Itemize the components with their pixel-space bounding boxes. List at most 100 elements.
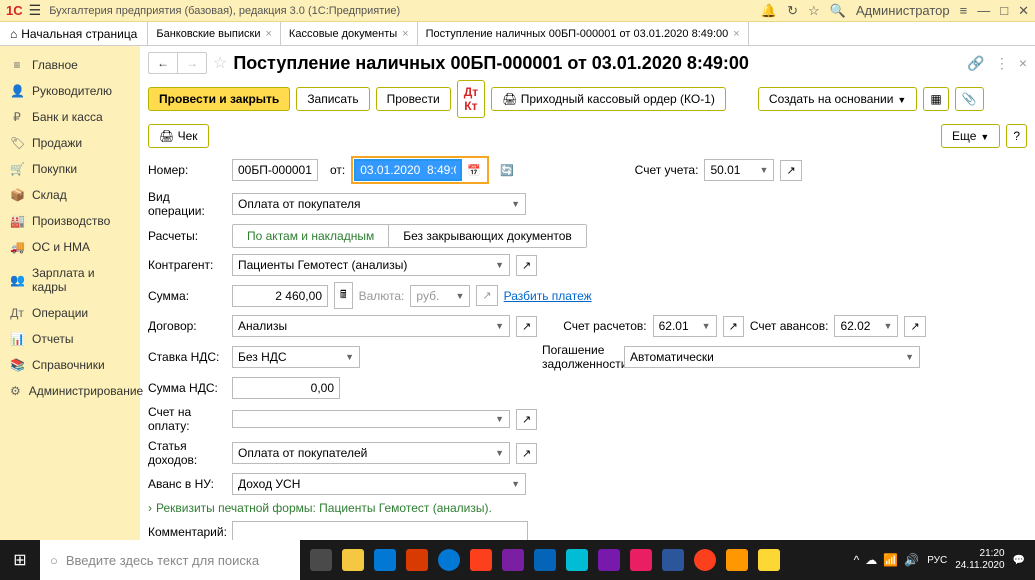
- contract-select[interactable]: Анализы▼: [232, 315, 510, 337]
- tab-bank[interactable]: Банковские выписки ×: [148, 22, 281, 45]
- sidebar-item-salary[interactable]: 👥Зарплата и кадры: [0, 260, 140, 300]
- post-button[interactable]: Провести: [376, 87, 451, 111]
- cloud-icon[interactable]: ☁: [865, 553, 877, 567]
- history-icon[interactable]: ↻: [787, 3, 798, 19]
- favorite-star-icon[interactable]: ☆: [213, 53, 227, 73]
- calc-icon[interactable]: 🖩: [334, 282, 353, 309]
- open-currency-icon[interactable]: ↗: [476, 285, 497, 306]
- start-button[interactable]: ⊞: [0, 540, 40, 580]
- debt-select[interactable]: Автоматически▼: [624, 346, 920, 368]
- onenote-icon[interactable]: [594, 540, 624, 580]
- clock[interactable]: 21:20 24.11.2020: [955, 548, 1004, 572]
- sidebar-item-main[interactable]: ≡Главное: [0, 52, 140, 78]
- app-icon-1[interactable]: [498, 540, 528, 580]
- app-icon-2[interactable]: [562, 540, 592, 580]
- refresh-date-icon[interactable]: 🔄: [495, 161, 519, 180]
- op-type-select[interactable]: Оплата от покупателя▼: [232, 193, 526, 215]
- close-icon[interactable]: ×: [265, 28, 271, 40]
- 1c-icon[interactable]: [754, 540, 784, 580]
- sidebar-item-admin[interactable]: ⚙Администрирование: [0, 378, 140, 404]
- open-acc-calc-icon[interactable]: ↗: [723, 316, 744, 337]
- lang-indicator[interactable]: РУС: [927, 555, 947, 566]
- sum-input[interactable]: [232, 285, 328, 307]
- forward-button[interactable]: →: [177, 53, 206, 73]
- tab-cash-docs[interactable]: Кассовые документы ×: [281, 22, 418, 45]
- create-based-button[interactable]: Создать на основании▼: [758, 87, 917, 111]
- yandex-icon[interactable]: [466, 540, 496, 580]
- sidebar-item-reports[interactable]: 📊Отчеты: [0, 326, 140, 352]
- acc-calc-select[interactable]: 62.01▼: [653, 315, 717, 337]
- more-button[interactable]: Еще▼: [941, 124, 1000, 148]
- chevron-up-icon[interactable]: ^: [854, 553, 860, 567]
- store-icon[interactable]: [402, 540, 432, 580]
- settings-icon[interactable]: ≡: [960, 3, 968, 18]
- open-income-icon[interactable]: ↗: [516, 443, 537, 464]
- sidebar-item-sales[interactable]: 🏷Продажи: [0, 130, 140, 156]
- open-account-icon[interactable]: ↗: [780, 160, 801, 181]
- close-icon[interactable]: ×: [402, 28, 408, 40]
- sidebar-item-purchases[interactable]: 🛒Покупки: [0, 156, 140, 182]
- acc-adv-select[interactable]: 62.02▼: [834, 315, 898, 337]
- check-button[interactable]: 🖨 Чек: [148, 124, 209, 148]
- open-contract-icon[interactable]: ↗: [516, 316, 537, 337]
- calc-noclose-button[interactable]: Без закрывающих документов: [389, 225, 586, 247]
- ybrowser-icon[interactable]: [690, 540, 720, 580]
- vat-sum-input[interactable]: [232, 377, 340, 399]
- open-acc-adv-icon[interactable]: ↗: [904, 316, 925, 337]
- sidebar-item-warehouse[interactable]: 📦Склад: [0, 182, 140, 208]
- print-order-button[interactable]: 🖨 Приходный кассовый ордер (КО-1): [491, 87, 726, 111]
- advance-select[interactable]: Доход УСН▼: [232, 473, 526, 495]
- bell-icon[interactable]: 🔔: [761, 3, 777, 19]
- sidebar-item-refs[interactable]: 📚Справочники: [0, 352, 140, 378]
- kebab-icon[interactable]: ⋮: [995, 55, 1009, 72]
- currency-select[interactable]: руб.▼: [410, 285, 470, 307]
- print-req-toggle[interactable]: Реквизиты печатной формы: Пациенты Гемот…: [148, 501, 1027, 515]
- tab-cash-receipt[interactable]: Поступление наличных 00БП-000001 от 03.0…: [418, 22, 749, 45]
- calendar-icon[interactable]: 📅: [462, 161, 486, 180]
- sidebar-item-assets[interactable]: 🚚ОС и НМА: [0, 234, 140, 260]
- date-input[interactable]: [354, 159, 462, 181]
- close-doc-icon[interactable]: ×: [1019, 55, 1027, 72]
- attach-button[interactable]: 📎: [955, 87, 984, 111]
- post-and-close-button[interactable]: Провести и закрыть: [148, 87, 290, 111]
- minimize-icon[interactable]: —: [977, 3, 990, 18]
- number-input[interactable]: [232, 159, 318, 181]
- onedrive-icon[interactable]: [530, 540, 560, 580]
- save-button[interactable]: Записать: [296, 87, 369, 111]
- vat-rate-select[interactable]: Без НДС▼: [232, 346, 360, 368]
- open-contragent-icon[interactable]: ↗: [516, 255, 537, 276]
- user-label[interactable]: Администратор: [856, 3, 950, 18]
- calc-acts-button[interactable]: По актам и накладным: [233, 225, 389, 247]
- sidebar-item-manager[interactable]: 👤Руководителю: [0, 78, 140, 104]
- close-icon[interactable]: ×: [733, 28, 739, 40]
- notifications-icon[interactable]: 💬: [1013, 555, 1025, 566]
- bill-select[interactable]: ▼: [232, 410, 510, 428]
- open-bill-icon[interactable]: ↗: [516, 409, 537, 430]
- explorer-icon[interactable]: [338, 540, 368, 580]
- app-icon-3[interactable]: [722, 540, 752, 580]
- dt-kt-button[interactable]: ДтКт: [457, 80, 485, 118]
- sidebar-item-operations[interactable]: ДтОперации: [0, 300, 140, 326]
- maximize-icon[interactable]: □: [1000, 3, 1008, 18]
- search-icon[interactable]: 🔍: [830, 3, 846, 19]
- split-payment-link[interactable]: Разбить платеж: [504, 289, 592, 303]
- task-view-icon[interactable]: [306, 540, 336, 580]
- photo-icon[interactable]: [626, 540, 656, 580]
- sidebar-item-bank[interactable]: ₽Банк и касса: [0, 104, 140, 130]
- income-select[interactable]: Оплата от покупателей▼: [232, 442, 510, 464]
- word-icon[interactable]: [658, 540, 688, 580]
- wifi-icon[interactable]: 📶: [883, 553, 898, 567]
- star-icon[interactable]: ☆: [808, 3, 820, 19]
- link-icon[interactable]: 🔗: [967, 55, 984, 72]
- menu-icon[interactable]: ☰: [29, 2, 42, 19]
- contragent-select[interactable]: Пациенты Гемотест (анализы)▼: [232, 254, 510, 276]
- close-app-icon[interactable]: ✕: [1018, 3, 1029, 19]
- volume-icon[interactable]: 🔊: [904, 553, 919, 567]
- edge-icon[interactable]: [434, 540, 464, 580]
- sidebar-item-production[interactable]: 🏭Производство: [0, 208, 140, 234]
- back-button[interactable]: ←: [149, 53, 177, 73]
- mail-icon[interactable]: [370, 540, 400, 580]
- layout-button[interactable]: ▦: [923, 87, 948, 111]
- account-select[interactable]: 50.01▼: [704, 159, 774, 181]
- help-button[interactable]: ?: [1006, 124, 1027, 148]
